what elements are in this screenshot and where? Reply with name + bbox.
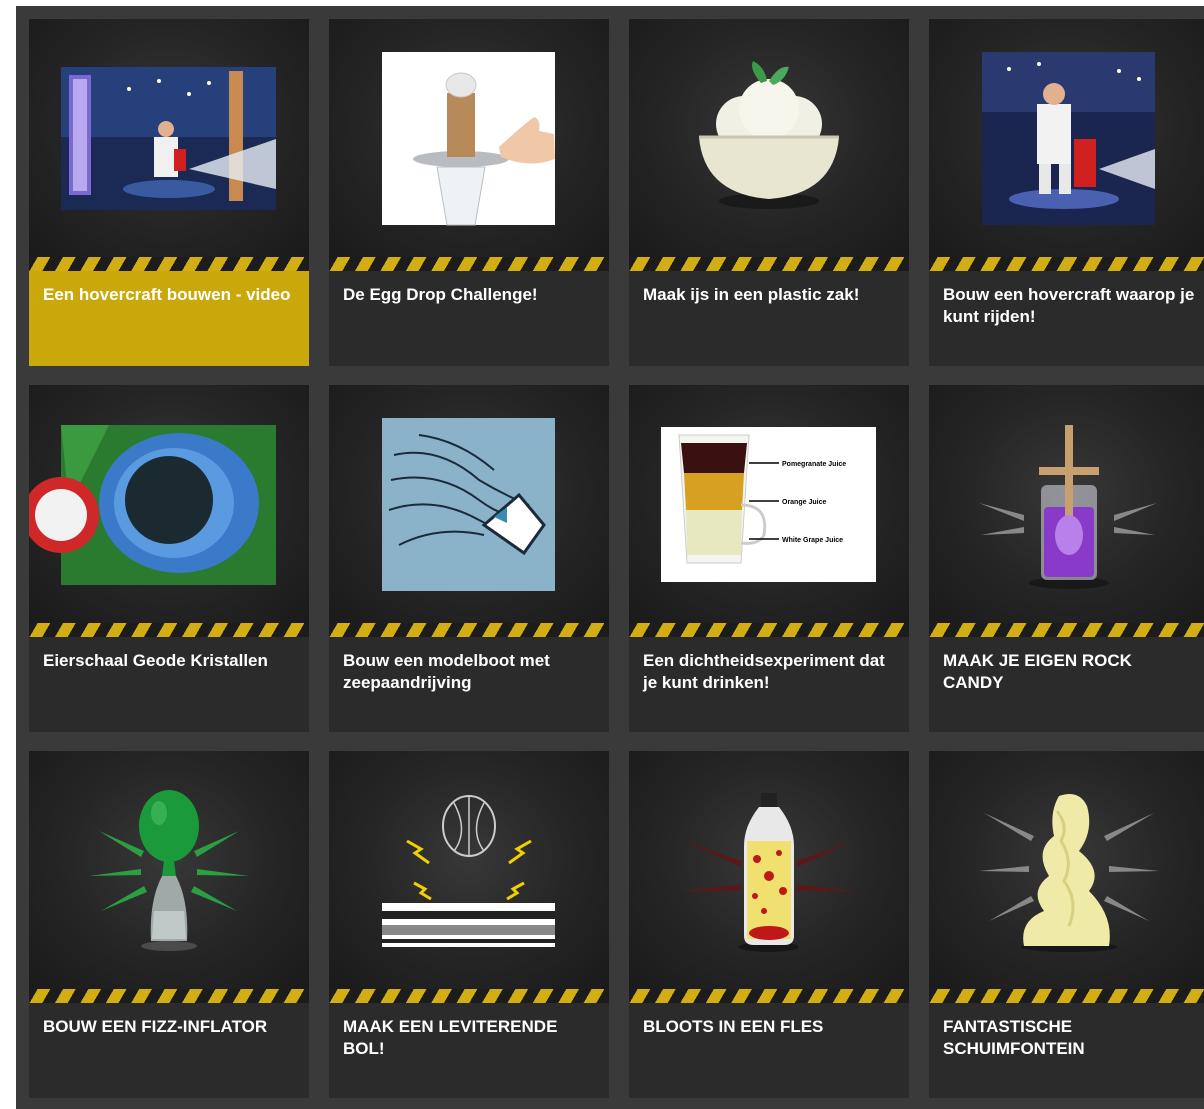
card-caption: De Egg Drop Challenge! [329,271,609,366]
card-caption: MAAK JE EIGEN ROCK CANDY [929,637,1204,732]
card-caption: Bouw een hovercraft waarop je kunt rijde… [929,271,1204,366]
hovercraft-ride-thumbnail [982,52,1155,225]
density-label-1: Pomegranate Juice [782,461,846,468]
experiment-card-8[interactable]: MAAK JE EIGEN ROCK CANDY [929,385,1204,732]
card-title[interactable]: Een dichtheidsexperiment dat je kunt dri… [643,650,895,694]
hazard-stripe-divider [629,989,909,1003]
hazard-stripe-divider [929,989,1204,1003]
card-caption: Bouw een modelboot met zeepaandrijving [329,637,609,732]
card-caption: BLOOTS IN EEN FLES [629,1003,909,1098]
card-title[interactable]: BOUW EEN FIZZ-INFLATOR [43,1016,295,1038]
hazard-stripe-divider [329,989,609,1003]
hazard-stripe-divider [329,623,609,637]
card-caption: Een hovercraft bouwen - video [29,271,309,366]
egg-drop-thumbnail [382,52,555,226]
hazard-stripe-divider [629,623,909,637]
card-thumbnail: Pomegranate Juice Orange Juice White Gra… [629,385,909,623]
hazard-stripe-divider [629,257,909,271]
experiment-card-5[interactable]: Eierschaal Geode Kristallen [29,385,309,732]
experiment-card-10[interactable]: MAAK EEN LEVITERENDE BOL! [329,751,609,1098]
density-drink-thumbnail: Pomegranate Juice Orange Juice White Gra… [661,427,876,582]
card-thumbnail [29,19,309,257]
card-title[interactable]: Maak ijs in een plastic zak! [643,284,895,306]
card-title[interactable]: BLOOTS IN EEN FLES [643,1016,895,1038]
fizz-inflator-balloon-icon [89,790,249,951]
experiment-card-6[interactable]: Bouw een modelboot met zeepaandrijving [329,385,609,732]
experiment-card-12[interactable]: FANTASTISCHE SCHUIMFONTEIN [929,751,1204,1098]
card-title[interactable]: Een hovercraft bouwen - video [43,284,295,306]
experiment-card-4[interactable]: Bouw een hovercraft waarop je kunt rijde… [929,19,1204,366]
hovercraft-video-thumbnail [61,67,276,210]
hazard-stripe-divider [329,257,609,271]
card-thumbnail [929,751,1204,989]
lava-bottle-icon [679,793,859,952]
card-caption: Eierschaal Geode Kristallen [29,637,309,732]
foam-fountain-icon [979,793,1159,952]
card-thumbnail [329,385,609,623]
card-thumbnail [929,19,1204,257]
card-thumbnail [929,385,1204,623]
soap-boat-thumbnail [382,418,555,591]
rock-candy-jar-icon [979,425,1157,589]
hazard-stripe-divider [29,623,309,637]
card-thumbnail [329,751,609,989]
hazard-stripe-divider [29,257,309,271]
density-label-2: Orange Juice [782,499,826,506]
card-caption: Maak ijs in een plastic zak! [629,271,909,366]
density-label-3: White Grape Juice [782,537,843,544]
experiment-grid: Een hovercraft bouwen - video De Egg Dro… [16,6,1204,1109]
card-title[interactable]: FANTASTISCHE SCHUIMFONTEIN [943,1016,1195,1060]
card-thumbnail [629,751,909,989]
card-title[interactable]: Bouw een hovercraft waarop je kunt rijde… [943,284,1195,328]
card-thumbnail [29,751,309,989]
card-thumbnail [329,19,609,257]
hazard-stripe-divider [929,623,1204,637]
hazard-stripe-divider [929,257,1204,271]
card-thumbnail [29,385,309,623]
experiment-card-3[interactable]: Maak ijs in een plastic zak! [629,19,909,366]
experiment-card-11[interactable]: BLOOTS IN EEN FLES [629,751,909,1098]
experiment-card-1[interactable]: Een hovercraft bouwen - video [29,19,309,366]
card-title[interactable]: De Egg Drop Challenge! [343,284,595,306]
card-caption: BOUW EEN FIZZ-INFLATOR [29,1003,309,1098]
card-caption: FANTASTISCHE SCHUIMFONTEIN [929,1003,1204,1098]
card-caption: Een dichtheidsexperiment dat je kunt dri… [629,637,909,732]
ice-cream-bowl-icon [699,61,839,209]
experiment-card-2[interactable]: De Egg Drop Challenge! [329,19,609,366]
levitating-orb-icon [382,795,555,947]
card-caption: MAAK EEN LEVITERENDE BOL! [329,1003,609,1098]
card-title[interactable]: Bouw een modelboot met zeepaandrijving [343,650,595,694]
hazard-stripe-divider [29,989,309,1003]
card-title[interactable]: MAAK EEN LEVITERENDE BOL! [343,1016,595,1060]
experiment-card-7[interactable]: Pomegranate Juice Orange Juice White Gra… [629,385,909,732]
card-thumbnail [629,19,909,257]
card-title[interactable]: MAAK JE EIGEN ROCK CANDY [943,650,1195,694]
card-title[interactable]: Eierschaal Geode Kristallen [43,650,295,672]
experiment-card-9[interactable]: BOUW EEN FIZZ-INFLATOR [29,751,309,1098]
eggshell-geode-thumbnail [29,425,276,585]
